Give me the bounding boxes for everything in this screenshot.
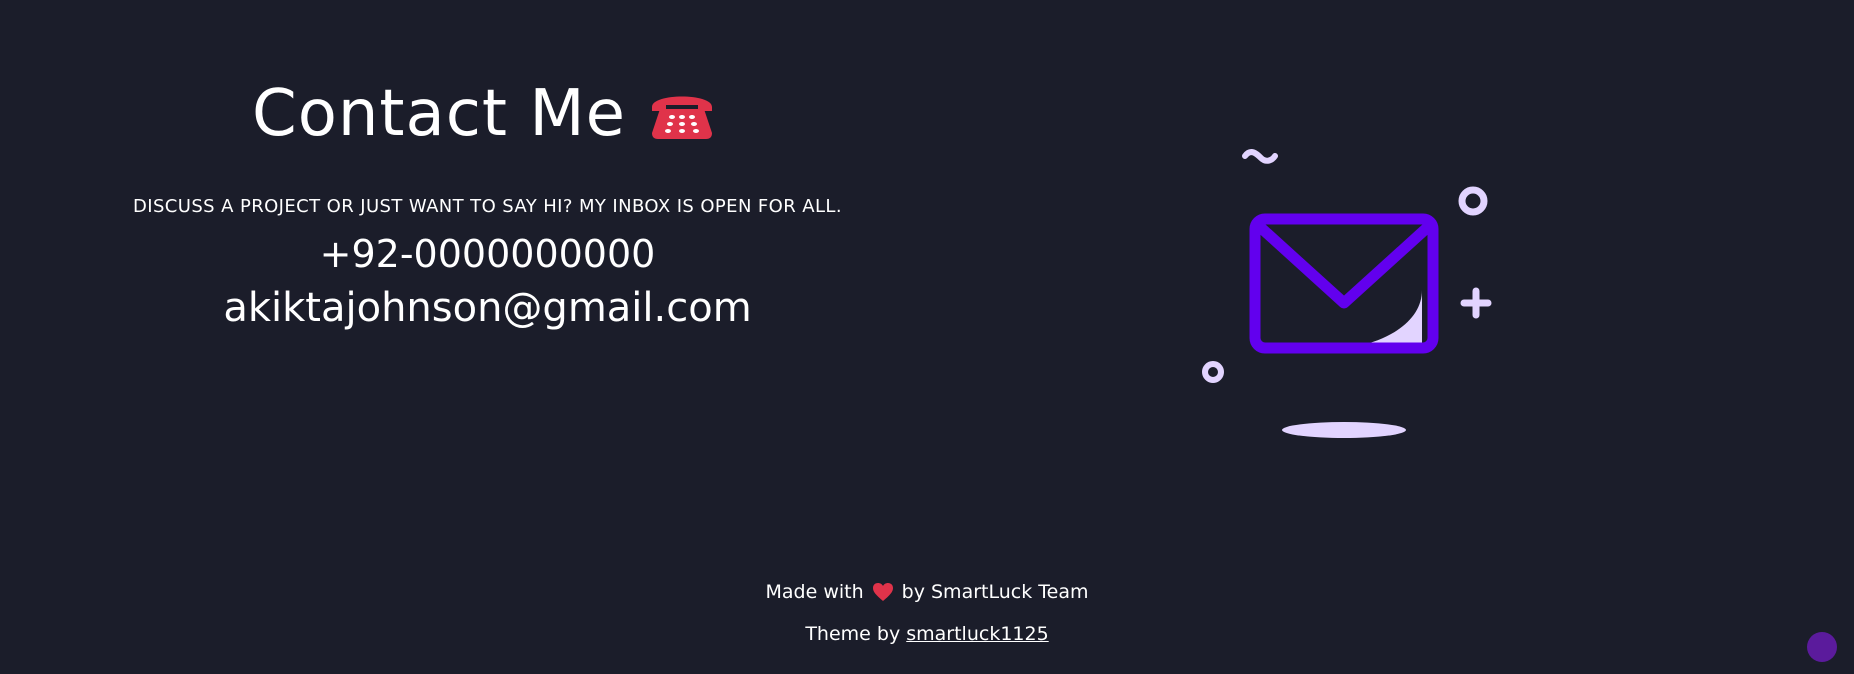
- footer-made-prefix: Made with: [765, 581, 864, 603]
- heart-icon: [872, 582, 894, 602]
- footer-made-suffix: by SmartLuck Team: [901, 581, 1089, 603]
- ring-icon: [1458, 186, 1488, 216]
- heading-row: Contact Me: [252, 82, 716, 146]
- page-title: Contact Me: [252, 77, 626, 151]
- footer-theme-prefix: Theme by: [805, 623, 901, 645]
- scroll-to-top-button[interactable]: [1807, 632, 1837, 662]
- footer-theme: Theme by smartluck1125: [0, 623, 1854, 645]
- contact-page: Contact Me DISCUSS A PROJECT OR JUST WAN…: [0, 0, 1854, 674]
- phone-number[interactable]: +92-0000000000: [0, 232, 975, 276]
- telephone-icon: [648, 87, 716, 141]
- contact-subtitle: DISCUSS A PROJECT OR JUST WANT TO SAY HI…: [133, 196, 842, 217]
- footer-credit: Made with by SmartLuck Team: [0, 581, 1854, 603]
- plus-icon: [1460, 287, 1492, 319]
- theme-author-link[interactable]: smartluck1125: [906, 623, 1048, 645]
- envelope-shadow: [1282, 422, 1406, 438]
- email-address[interactable]: akiktajohnson@gmail.com: [0, 285, 975, 331]
- small-ring-icon: [1202, 361, 1224, 383]
- squiggle-icon: [1242, 149, 1278, 164]
- mail-illustration: [1195, 140, 1515, 450]
